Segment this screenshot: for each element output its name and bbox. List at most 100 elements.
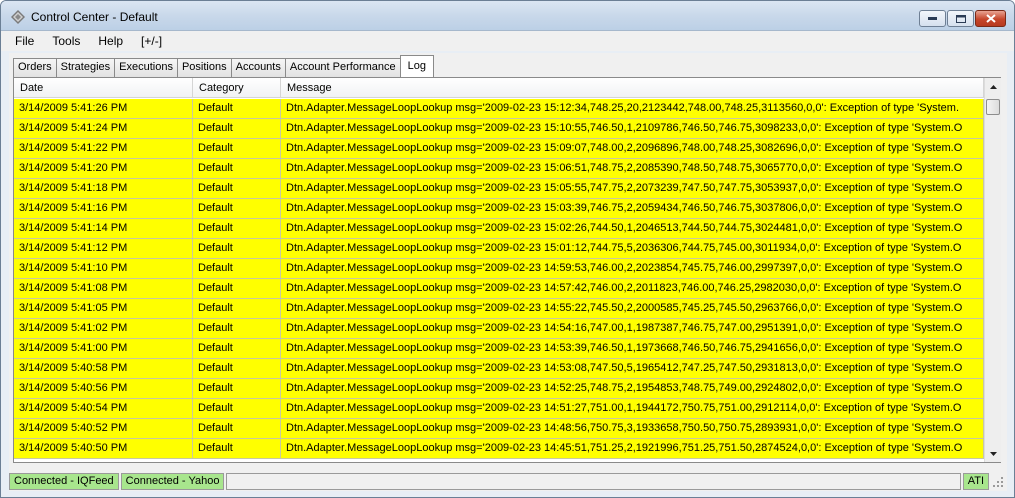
log-row[interactable]: 3/14/2009 5:41:10 PM Default Dtn.Adapter.M… (14, 259, 984, 279)
column-header-message[interactable]: Message (281, 78, 984, 98)
maximize-icon (955, 14, 966, 23)
menu-file[interactable]: File (1, 31, 43, 51)
log-cell-category: Default (193, 439, 281, 458)
menu-help[interactable]: Help (89, 31, 132, 51)
scroll-down-button[interactable] (985, 445, 1001, 462)
log-cell-date: 3/14/2009 5:41:18 PM (14, 179, 193, 198)
log-row[interactable]: 3/14/2009 5:40:58 PM Default Dtn.Adapter.M… (14, 359, 984, 379)
log-row[interactable]: 3/14/2009 5:41:26 PM Default Dtn.Adapter.M… (14, 99, 984, 119)
log-cell-category: Default (193, 319, 281, 338)
log-cell-message: Dtn.Adapter.MessageLoopLookup msg='2009-… (281, 239, 984, 258)
log-row[interactable]: 3/14/2009 5:41:20 PM Default Dtn.Adapter.M… (14, 159, 984, 179)
log-cell-message: Dtn.Adapter.MessageLoopLookup msg='2009-… (281, 259, 984, 278)
minimize-icon (928, 17, 937, 20)
maximize-button[interactable] (947, 10, 974, 27)
tab-log[interactable]: Log (399, 55, 434, 77)
scroll-up-button[interactable] (985, 78, 1001, 95)
log-row[interactable]: 3/14/2009 5:41:05 PM Default Dtn.Adapter.M… (14, 299, 984, 319)
log-cell-date: 3/14/2009 5:40:58 PM (14, 359, 193, 378)
log-cell-date: 3/14/2009 5:40:52 PM (14, 419, 193, 438)
column-header-category[interactable]: Category (193, 78, 281, 98)
log-cell-date: 3/14/2009 5:41:05 PM (14, 299, 193, 318)
log-cell-category: Default (193, 259, 281, 278)
log-cell-category: Default (193, 279, 281, 298)
log-row[interactable]: 3/14/2009 5:40:56 PM Default Dtn.Adapter.M… (14, 379, 984, 399)
tab-account-performance[interactable]: Account Performance (284, 58, 401, 77)
control-center-window: Control Center - Default File Tools Help… (0, 0, 1015, 498)
tab-strip: Orders Strategies Executions Positions A… (13, 55, 434, 77)
close-button[interactable] (975, 10, 1006, 27)
log-row[interactable]: 3/14/2009 5:40:50 PM Default Dtn.Adapter.M… (14, 439, 984, 459)
tab-positions[interactable]: Positions (176, 58, 232, 77)
log-cell-date: 3/14/2009 5:40:56 PM (14, 379, 193, 398)
log-cell-message: Dtn.Adapter.MessageLoopLookup msg='2009-… (281, 399, 984, 418)
log-row[interactable]: 3/14/2009 5:40:54 PM Default Dtn.Adapter.M… (14, 399, 984, 419)
window-title: Control Center - Default (31, 10, 158, 24)
log-row[interactable]: 3/14/2009 5:41:02 PM Default Dtn.Adapter.M… (14, 319, 984, 339)
log-cell-category: Default (193, 399, 281, 418)
log-cell-message: Dtn.Adapter.MessageLoopLookup msg='2009-… (281, 339, 984, 358)
tab-strategies[interactable]: Strategies (55, 58, 116, 77)
log-cell-message: Dtn.Adapter.MessageLoopLookup msg='2009-… (281, 219, 984, 238)
log-cell-category: Default (193, 179, 281, 198)
close-icon (985, 14, 996, 23)
log-row[interactable]: 3/14/2009 5:41:22 PM Default Dtn.Adapter.M… (14, 139, 984, 159)
log-cell-date: 3/14/2009 5:41:24 PM (14, 119, 193, 138)
client-area: Orders Strategies Executions Positions A… (9, 53, 1007, 489)
column-header-date[interactable]: Date (14, 78, 193, 98)
log-row[interactable]: 3/14/2009 5:41:18 PM Default Dtn.Adapter.M… (14, 179, 984, 199)
log-cell-date: 3/14/2009 5:40:50 PM (14, 439, 193, 458)
vertical-scrollbar[interactable] (984, 78, 1001, 462)
log-cell-message: Dtn.Adapter.MessageLoopLookup msg='2009-… (281, 199, 984, 218)
minimize-button[interactable] (919, 10, 946, 27)
log-cell-category: Default (193, 379, 281, 398)
log-row[interactable]: 3/14/2009 5:41:08 PM Default Dtn.Adapter.M… (14, 279, 984, 299)
log-cell-date: 3/14/2009 5:41:08 PM (14, 279, 193, 298)
tab-orders[interactable]: Orders (13, 58, 57, 77)
tab-executions[interactable]: Executions (114, 58, 178, 77)
log-cell-message: Dtn.Adapter.MessageLoopLookup msg='2009-… (281, 379, 984, 398)
log-cell-date: 3/14/2009 5:41:14 PM (14, 219, 193, 238)
log-grid-header: Date Category Message (14, 78, 984, 98)
log-cell-date: 3/14/2009 5:41:20 PM (14, 159, 193, 178)
log-row[interactable]: 3/14/2009 5:41:16 PM Default Dtn.Adapter.M… (14, 199, 984, 219)
status-iqfeed: Connected - IQFeed (9, 472, 119, 490)
log-row[interactable]: 3/14/2009 5:41:24 PM Default Dtn.Adapter.M… (14, 119, 984, 139)
log-row[interactable]: 3/14/2009 5:40:52 PM Default Dtn.Adapter.M… (14, 419, 984, 439)
menu-tools[interactable]: Tools (43, 31, 89, 51)
arrow-up-icon (989, 84, 997, 89)
arrow-down-icon (989, 451, 997, 456)
log-cell-date: 3/14/2009 5:41:16 PM (14, 199, 193, 218)
log-cell-category: Default (193, 199, 281, 218)
resize-grip-icon[interactable] (989, 473, 1007, 490)
log-rows: 3/14/2009 5:41:26 PM Default Dtn.Adapter.M… (14, 99, 984, 462)
menu-toggle-expand[interactable]: [+/-] (132, 31, 171, 51)
log-cell-date: 3/14/2009 5:41:02 PM (14, 319, 193, 338)
log-row[interactable]: 3/14/2009 5:41:00 PM Default Dtn.Adapter.M… (14, 339, 984, 359)
log-cell-message: Dtn.Adapter.MessageLoopLookup msg='2009-… (281, 419, 984, 438)
log-row[interactable]: 3/14/2009 5:41:14 PM Default Dtn.Adapter.M… (14, 219, 984, 239)
log-cell-date: 3/14/2009 5:41:26 PM (14, 99, 193, 118)
app-icon[interactable] (11, 10, 25, 24)
log-cell-date: 3/14/2009 5:41:12 PM (14, 239, 193, 258)
log-cell-date: 3/14/2009 5:41:10 PM (14, 259, 193, 278)
log-cell-category: Default (193, 359, 281, 378)
log-row[interactable]: 3/14/2009 5:41:12 PM Default Dtn.Adapter.M… (14, 239, 984, 259)
log-cell-date: 3/14/2009 5:41:22 PM (14, 139, 193, 158)
log-cell-category: Default (193, 419, 281, 438)
status-bar: Connected - IQFeed Connected - Yahoo ATI (9, 471, 1007, 491)
log-cell-message: Dtn.Adapter.MessageLoopLookup msg='2009-… (281, 159, 984, 178)
log-cell-category: Default (193, 339, 281, 358)
tab-accounts[interactable]: Accounts (230, 58, 286, 77)
log-grid: Date Category Message 3/14/2009 5:41:26 … (13, 77, 1001, 463)
log-cell-category: Default (193, 99, 281, 118)
log-cell-message: Dtn.Adapter.MessageLoopLookup msg='2009-… (281, 179, 984, 198)
status-yahoo: Connected - Yahoo (120, 472, 225, 490)
log-cell-message: Dtn.Adapter.MessageLoopLookup msg='2009-… (281, 359, 984, 378)
scroll-thumb[interactable] (986, 99, 1000, 115)
log-cell-category: Default (193, 119, 281, 138)
status-empty-panel (226, 472, 961, 490)
log-cell-category: Default (193, 159, 281, 178)
log-cell-message: Dtn.Adapter.MessageLoopLookup msg='2009-… (281, 319, 984, 338)
title-bar[interactable]: Control Center - Default (1, 1, 1014, 31)
